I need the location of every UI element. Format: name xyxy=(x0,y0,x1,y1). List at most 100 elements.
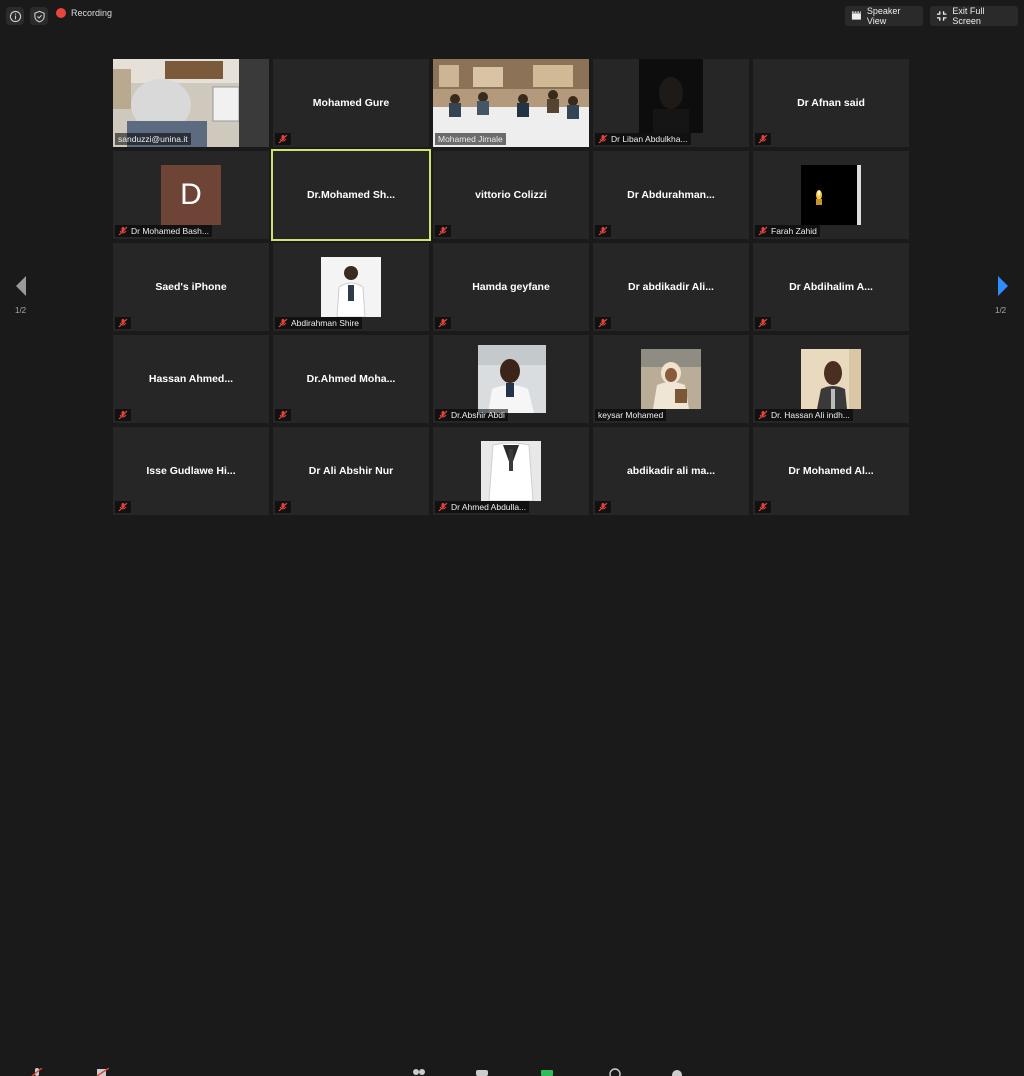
participant-tile[interactable]: Saed's iPhone xyxy=(113,243,269,331)
mute-microphone-icon[interactable] xyxy=(30,1068,44,1076)
previous-page-arrow-icon[interactable] xyxy=(14,275,28,297)
mic-muted-icon xyxy=(278,410,288,420)
mic-muted-icon xyxy=(758,502,768,512)
participant-tile[interactable]: Dr Ali Abshir Nur xyxy=(273,427,429,515)
participant-tile[interactable]: Dr Abdurahman... xyxy=(593,151,749,239)
mic-muted-icon xyxy=(438,226,448,236)
mic-muted-icon xyxy=(758,410,768,420)
participant-label xyxy=(275,133,291,145)
participant-name: Dr abdikadir Ali... xyxy=(628,281,714,293)
participant-tile[interactable]: sanduzzi@unina.it xyxy=(113,59,269,147)
participant-video xyxy=(639,59,703,133)
participant-tile[interactable]: Dr Afnan said xyxy=(753,59,909,147)
participant-name: Saed's iPhone xyxy=(155,281,227,293)
recording-indicator[interactable]: Recording xyxy=(56,8,112,18)
mic-muted-icon xyxy=(598,318,608,328)
participant-video xyxy=(481,441,541,501)
previous-page-indicator: 1/2 xyxy=(15,306,27,315)
mic-muted-icon xyxy=(438,502,448,512)
mic-muted-icon xyxy=(118,410,128,420)
info-icon[interactable] xyxy=(6,7,24,25)
next-page-indicator: 1/2 xyxy=(995,306,1007,315)
participant-tile[interactable]: abdikadir ali ma... xyxy=(593,427,749,515)
participant-video xyxy=(641,349,701,409)
participant-name: Dr Ali Abshir Nur xyxy=(308,465,394,477)
participant-label: Dr Liban Abdulkha... xyxy=(595,133,691,145)
participant-video xyxy=(801,165,861,225)
speaker-view-button[interactable]: Speaker View xyxy=(845,6,923,26)
reactions-icon[interactable] xyxy=(670,1068,684,1076)
participant-tile[interactable]: Mohamed Jimale xyxy=(433,59,589,147)
speaker-view-icon xyxy=(851,11,861,20)
participant-tile[interactable]: vittorio Colizzi xyxy=(433,151,589,239)
participant-tile[interactable]: Mohamed Gure xyxy=(273,59,429,147)
participant-label: keysar Mohamed xyxy=(595,409,667,421)
participant-tile[interactable]: Dr Ahmed Abdulla... xyxy=(433,427,589,515)
participant-tile[interactable]: Dr Abdihalim A... xyxy=(753,243,909,331)
participant-name: Dr.Mohamed Sh... xyxy=(306,189,396,201)
security-shield-icon[interactable] xyxy=(30,7,48,25)
recording-dot-icon xyxy=(56,8,66,18)
participant-tile[interactable]: Dr abdikadir Ali... xyxy=(593,243,749,331)
participant-tile[interactable]: Hamda geyfane xyxy=(433,243,589,331)
participant-name: Isse Gudlawe Hi... xyxy=(146,465,236,477)
participant-name: Dr Afnan said xyxy=(797,97,865,109)
speaker-view-label: Speaker View xyxy=(866,6,901,26)
meeting-topbar: Recording Speaker View Exit Full Screen xyxy=(0,0,1024,32)
active-speaker-tile[interactable]: Dr.Mohamed Sh... xyxy=(271,149,431,241)
record-icon[interactable] xyxy=(608,1068,622,1076)
participant-label xyxy=(275,501,291,513)
mic-muted-icon xyxy=(118,226,128,236)
participant-label xyxy=(755,501,771,513)
participant-label: Dr Mohamed Bash... xyxy=(115,225,212,237)
participant-video xyxy=(321,257,381,317)
participant-tile[interactable]: Dr.Ahmed Moha... xyxy=(273,335,429,423)
participant-tile[interactable]: Farah Zahid xyxy=(753,151,909,239)
participant-label xyxy=(595,225,611,237)
participant-label: Dr.Abshir Abdi xyxy=(435,409,508,421)
participant-name: abdikadir ali ma... xyxy=(626,465,716,477)
participant-video xyxy=(478,345,546,413)
participant-tile[interactable]: Dr Liban Abdulkha... xyxy=(593,59,749,147)
participant-tile[interactable]: keysar Mohamed xyxy=(593,335,749,423)
mic-muted-icon xyxy=(118,502,128,512)
mic-muted-icon xyxy=(438,318,448,328)
participant-name: Dr Abdurahman... xyxy=(627,189,715,201)
participant-video xyxy=(801,349,861,409)
participant-tile[interactable]: D Dr Mohamed Bash... xyxy=(113,151,269,239)
chat-icon[interactable] xyxy=(475,1068,489,1076)
mic-muted-icon xyxy=(758,318,768,328)
exit-full-screen-label: Exit Full Screen xyxy=(952,6,985,26)
participant-tile[interactable]: Hassan Ahmed... xyxy=(113,335,269,423)
participant-label xyxy=(275,409,291,421)
next-page-arrow-icon[interactable] xyxy=(996,275,1010,297)
participants-icon[interactable] xyxy=(412,1068,426,1076)
participant-tile[interactable]: Dr. Hassan Ali indh... xyxy=(753,335,909,423)
stop-video-icon[interactable] xyxy=(96,1068,110,1076)
participant-label xyxy=(435,317,451,329)
participant-tile[interactable]: Dr.Abshir Abdi xyxy=(433,335,589,423)
participant-label: sanduzzi@unina.it xyxy=(115,133,191,145)
participant-tile[interactable]: Isse Gudlawe Hi... xyxy=(113,427,269,515)
mic-muted-icon xyxy=(758,134,768,144)
participant-name: Dr Mohamed Al... xyxy=(788,465,874,477)
participant-label: Dr Ahmed Abdulla... xyxy=(435,501,530,513)
recording-label: Recording xyxy=(71,8,113,18)
participant-name: Dr.Ahmed Moha... xyxy=(306,373,396,385)
participant-label xyxy=(755,133,771,145)
participant-label: Dr. Hassan Ali indh... xyxy=(755,409,853,421)
participant-label xyxy=(115,409,131,421)
participant-tile[interactable]: Abdirahman Shire xyxy=(273,243,429,331)
meeting-toolbar xyxy=(0,530,1024,1076)
participant-name: vittorio Colizzi xyxy=(475,189,547,201)
share-screen-icon[interactable] xyxy=(540,1068,554,1076)
participant-label xyxy=(115,501,131,513)
mic-muted-icon xyxy=(118,318,128,328)
mic-muted-icon xyxy=(438,410,448,420)
participant-label xyxy=(755,317,771,329)
participant-label xyxy=(595,501,611,513)
exit-full-screen-button[interactable]: Exit Full Screen xyxy=(930,6,1018,26)
exit-full-screen-icon xyxy=(936,11,947,21)
participant-tile[interactable]: Dr Mohamed Al... xyxy=(753,427,909,515)
participant-label xyxy=(115,317,131,329)
